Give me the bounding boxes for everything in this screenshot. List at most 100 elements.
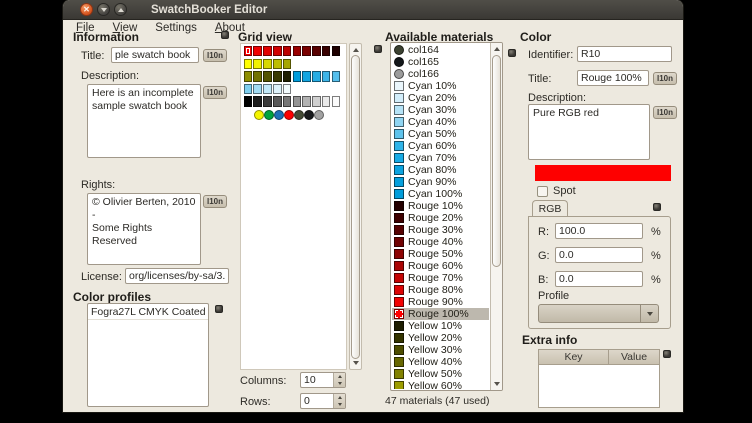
- spin-up-icon[interactable]: [338, 396, 342, 399]
- material-item[interactable]: Rouge 40%: [392, 236, 489, 248]
- grid-cell[interactable]: [253, 46, 262, 56]
- grid-cell[interactable]: [332, 96, 341, 106]
- grid-cell[interactable]: [332, 46, 341, 56]
- grid-cell[interactable]: [302, 46, 311, 56]
- material-item[interactable]: Rouge 80%: [392, 284, 489, 296]
- material-item[interactable]: col165: [392, 56, 489, 68]
- material-item[interactable]: Cyan 20%: [392, 92, 489, 104]
- grid-cell[interactable]: [273, 84, 282, 94]
- channel-r-input[interactable]: [555, 223, 643, 239]
- grid-cell[interactable]: [283, 71, 292, 81]
- grid-scrollbar-thumb[interactable]: [351, 55, 360, 359]
- material-item[interactable]: Yellow 40%: [392, 356, 489, 368]
- maximize-button[interactable]: [114, 3, 127, 16]
- grid-cell[interactable]: [263, 59, 272, 69]
- materials-scrollbar-thumb[interactable]: [492, 55, 501, 267]
- grid-cell[interactable]: [302, 96, 311, 106]
- color-description-l10n-button[interactable]: l10n: [653, 106, 677, 119]
- grid-cell[interactable]: [253, 71, 262, 81]
- grid-cell[interactable]: [283, 59, 292, 69]
- column-header-value[interactable]: Value: [609, 350, 659, 365]
- grid-cell[interactable]: [273, 59, 282, 69]
- material-item[interactable]: Rouge 50%: [392, 248, 489, 260]
- material-item[interactable]: Cyan 60%: [392, 140, 489, 152]
- scroll-down-icon[interactable]: [494, 382, 500, 386]
- grid-cell[interactable]: [322, 71, 331, 81]
- minimize-button[interactable]: [97, 3, 110, 16]
- tab-rgb[interactable]: RGB: [532, 200, 568, 217]
- color-profile-item[interactable]: Fogra27L CMYK Coated Pr...: [91, 306, 209, 318]
- material-item[interactable]: Cyan 40%: [392, 116, 489, 128]
- rows-input[interactable]: [301, 394, 333, 408]
- title-l10n-button[interactable]: l10n: [203, 49, 227, 62]
- identifier-input[interactable]: [577, 46, 672, 62]
- spin-down-icon[interactable]: [338, 403, 342, 406]
- material-item[interactable]: Yellow 30%: [392, 344, 489, 356]
- material-item[interactable]: Rouge 100%: [392, 308, 489, 320]
- dropdown-cap[interactable]: [640, 305, 658, 322]
- rights-textarea[interactable]: © Olivier Berten, 2010 - Some Rights Res…: [87, 193, 201, 265]
- material-item[interactable]: Rouge 10%: [392, 200, 489, 212]
- grid-circle-swatch[interactable]: [284, 110, 295, 121]
- grid-cell[interactable]: [273, 96, 282, 106]
- material-item[interactable]: Yellow 10%: [392, 320, 489, 332]
- material-item[interactable]: col166: [392, 68, 489, 80]
- material-item[interactable]: Yellow 20%: [392, 332, 489, 344]
- columns-input[interactable]: [301, 373, 333, 387]
- materials-scrollbar[interactable]: [490, 43, 502, 390]
- channel-b-input[interactable]: [555, 271, 643, 287]
- channel-g-input[interactable]: [555, 247, 643, 263]
- grid-circle-swatch[interactable]: [264, 110, 275, 121]
- material-item[interactable]: Rouge 20%: [392, 212, 489, 224]
- license-input[interactable]: [125, 268, 229, 284]
- extra-info-table[interactable]: Key Value: [538, 349, 660, 408]
- grid-circle-swatch[interactable]: [294, 110, 305, 121]
- grid-cell[interactable]: [293, 71, 302, 81]
- material-item[interactable]: Yellow 50%: [392, 368, 489, 380]
- spin-up-icon[interactable]: [338, 375, 342, 378]
- grid-cell[interactable]: [293, 46, 302, 56]
- grid-cell[interactable]: [244, 84, 253, 94]
- title-input[interactable]: [111, 47, 199, 63]
- titlebar[interactable]: ✕ SwatchBooker Editor: [63, 0, 683, 20]
- material-item[interactable]: Rouge 60%: [392, 260, 489, 272]
- rows-spinner[interactable]: [300, 393, 346, 409]
- grid-view-options-icon[interactable]: [374, 45, 382, 53]
- material-item[interactable]: Cyan 90%: [392, 176, 489, 188]
- grid-cell[interactable]: [312, 71, 321, 81]
- spin-down-icon[interactable]: [338, 382, 342, 385]
- column-header-key[interactable]: Key: [539, 350, 609, 365]
- grid-cell[interactable]: [302, 71, 311, 81]
- grid-scrollbar[interactable]: [349, 43, 362, 370]
- material-item[interactable]: Cyan 10%: [392, 80, 489, 92]
- material-item[interactable]: Yellow 60%: [392, 380, 489, 389]
- grid-cell[interactable]: [322, 96, 331, 106]
- material-item[interactable]: Rouge 90%: [392, 296, 489, 308]
- grid-cell[interactable]: [293, 96, 302, 106]
- grid-cell[interactable]: [244, 71, 253, 81]
- extra-info-options-icon[interactable]: [663, 350, 671, 358]
- grid-cell[interactable]: [263, 46, 272, 56]
- material-item[interactable]: Rouge 30%: [392, 224, 489, 236]
- grid-cell[interactable]: [283, 84, 292, 94]
- materials-options-icon[interactable]: [508, 49, 516, 57]
- grid-cell[interactable]: [244, 46, 253, 56]
- grid-cell[interactable]: [253, 84, 262, 94]
- material-item[interactable]: Cyan 50%: [392, 128, 489, 140]
- material-item[interactable]: Cyan 100%: [392, 188, 489, 200]
- material-item[interactable]: Cyan 70%: [392, 152, 489, 164]
- grid-cell[interactable]: [332, 71, 341, 81]
- profile-dropdown[interactable]: [538, 304, 659, 323]
- grid-cell[interactable]: [253, 96, 262, 106]
- scroll-up-icon[interactable]: [494, 47, 500, 51]
- color-description-textarea[interactable]: Pure RGB red: [528, 104, 650, 160]
- grid-cell[interactable]: [253, 59, 262, 69]
- material-item[interactable]: Cyan 80%: [392, 164, 489, 176]
- grid-cell[interactable]: [283, 96, 292, 106]
- material-item[interactable]: Rouge 70%: [392, 272, 489, 284]
- color-title-l10n-button[interactable]: l10n: [653, 72, 677, 85]
- information-options-icon[interactable]: [221, 31, 229, 39]
- grid-canvas[interactable]: [240, 43, 347, 370]
- material-item[interactable]: col164: [392, 44, 489, 56]
- description-l10n-button[interactable]: l10n: [203, 86, 227, 99]
